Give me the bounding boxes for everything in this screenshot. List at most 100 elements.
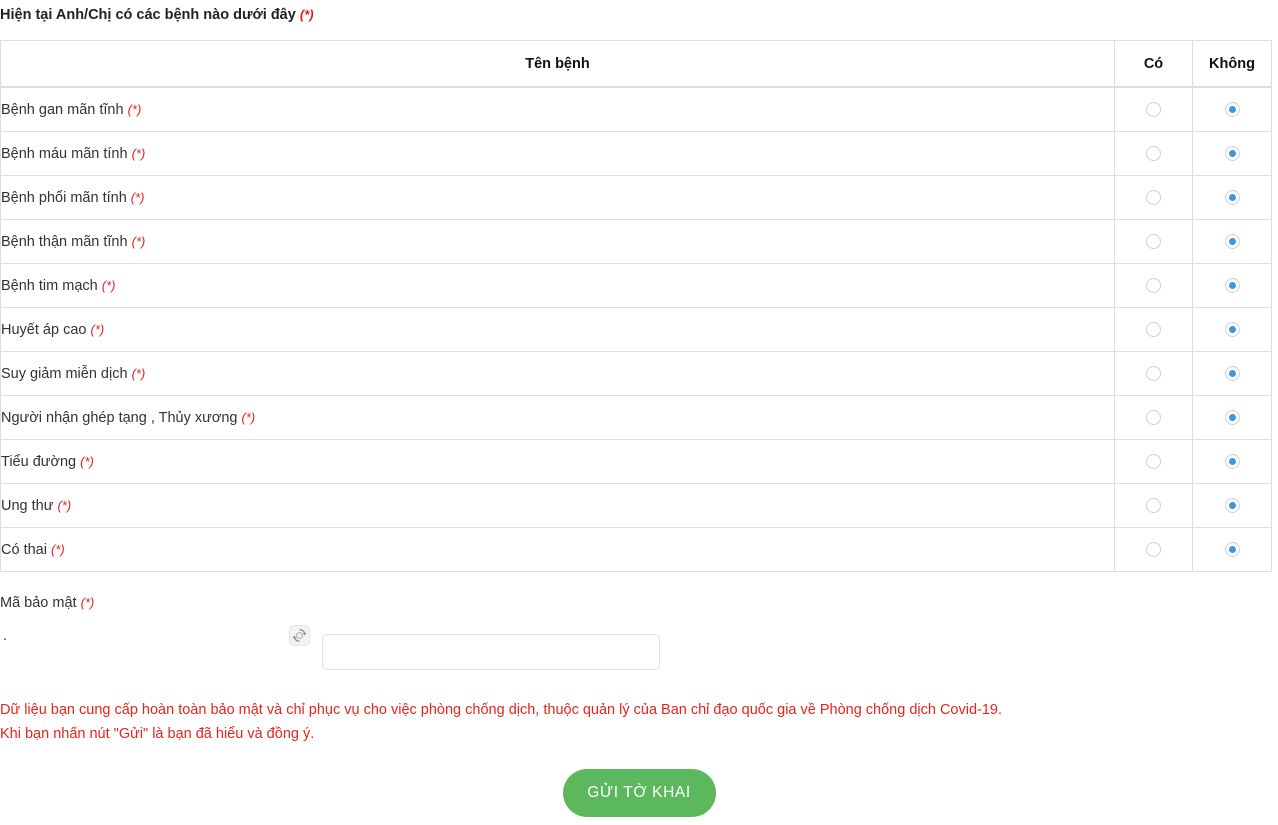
- submit-area: GỬI TỜ KHAI: [0, 769, 1278, 817]
- radio-no[interactable]: [1224, 365, 1240, 381]
- table-row: Ung thư (*): [0, 483, 1272, 528]
- radio-yes-cell[interactable]: [1114, 395, 1193, 440]
- page-title: Hiện tại Anh/Chị có các bệnh nào dưới đâ…: [0, 5, 314, 25]
- disease-name-cell: Bệnh máu mãn tính (*): [0, 131, 1115, 176]
- disease-name-label: Tiểu đường: [1, 453, 77, 470]
- radio-no[interactable]: [1224, 321, 1240, 337]
- radio-no[interactable]: [1224, 189, 1240, 205]
- table-body: Bệnh gan mãn tĩnh (*) Bệnh máu mãn tính (…: [0, 86, 1272, 572]
- radio-yes[interactable]: [1146, 233, 1161, 249]
- disease-name-label: Bệnh tim mạch: [1, 277, 98, 294]
- table-row: Bệnh phổi mãn tính (*): [0, 175, 1272, 220]
- privacy-notice: Dữ liệu bạn cung cấp hoàn toàn bảo mật v…: [0, 698, 1278, 746]
- radio-no-cell[interactable]: [1192, 351, 1272, 396]
- required-marker: (*): [57, 497, 72, 513]
- disease-name-cell: Huyết áp cao (*): [0, 307, 1115, 352]
- radio-yes[interactable]: [1146, 409, 1161, 425]
- table-header-row: Tên bệnh Có Không: [0, 40, 1272, 88]
- radio-yes-cell[interactable]: [1114, 439, 1193, 484]
- disease-name-label: Có thai: [1, 541, 47, 558]
- required-marker: (*): [50, 541, 65, 557]
- captcha-label: Mã bảo mật (*): [0, 595, 94, 611]
- radio-yes-cell[interactable]: [1114, 175, 1193, 220]
- radio-no[interactable]: [1224, 541, 1240, 557]
- radio-no[interactable]: [1224, 497, 1240, 513]
- table-row: Người nhận ghép tạng , Thủy xương (*): [0, 395, 1272, 440]
- disease-name-label: Bệnh phổi mãn tính: [1, 189, 127, 206]
- radio-no-cell[interactable]: [1192, 395, 1272, 440]
- required-marker: (*): [80, 453, 94, 469]
- radio-no-cell[interactable]: [1192, 175, 1272, 220]
- required-marker: (*): [131, 233, 146, 249]
- radio-no-cell[interactable]: [1192, 527, 1272, 572]
- disease-name-cell: Người nhận ghép tạng , Thủy xương (*): [0, 395, 1115, 440]
- disease-name-cell: Bệnh gan mãn tĩnh (*): [0, 86, 1115, 132]
- required-marker: (*): [241, 409, 256, 425]
- radio-no-cell[interactable]: [1192, 307, 1272, 352]
- required-marker: (*): [131, 145, 146, 161]
- captcha-input[interactable]: [322, 634, 660, 670]
- table-row: Bệnh tim mạch (*): [0, 263, 1272, 308]
- radio-yes-cell[interactable]: [1114, 131, 1193, 176]
- radio-yes[interactable]: [1146, 321, 1161, 337]
- disease-name-cell: Bệnh thận mãn tĩnh (*): [0, 219, 1115, 264]
- radio-no[interactable]: [1224, 145, 1240, 161]
- required-marker: (*): [299, 7, 314, 22]
- column-header-name: Tên bệnh: [0, 40, 1115, 88]
- column-header-yes: Có: [1114, 40, 1193, 88]
- radio-yes-cell[interactable]: [1114, 263, 1193, 308]
- submit-declaration-button[interactable]: GỬI TỜ KHAI: [562, 769, 716, 817]
- disease-name-label: Ung thư: [1, 497, 54, 514]
- radio-no[interactable]: [1224, 233, 1240, 249]
- radio-no[interactable]: [1224, 409, 1240, 425]
- captcha-image: .: [3, 628, 8, 644]
- disease-name-cell: Bệnh phổi mãn tính (*): [0, 175, 1115, 220]
- radio-yes-cell[interactable]: [1114, 307, 1193, 352]
- radio-yes-cell[interactable]: [1114, 86, 1193, 132]
- radio-yes-cell[interactable]: [1114, 483, 1193, 528]
- required-marker: (*): [131, 365, 146, 381]
- disease-name-label: Bệnh thận mãn tĩnh: [1, 233, 128, 250]
- privacy-notice-line-2: Khi bạn nhấn nút "Gửi" là bạn đã hiểu và…: [0, 726, 315, 742]
- radio-yes[interactable]: [1146, 541, 1161, 557]
- radio-yes-cell[interactable]: [1114, 351, 1193, 396]
- required-marker: (*): [80, 595, 95, 610]
- radio-yes[interactable]: [1146, 189, 1161, 205]
- disease-name-label: Người nhận ghép tạng , Thủy xương: [1, 409, 238, 426]
- refresh-icon[interactable]: [289, 625, 310, 646]
- radio-yes[interactable]: [1146, 497, 1161, 513]
- disease-name-cell: Suy giảm miễn dịch (*): [0, 351, 1115, 396]
- radio-yes[interactable]: [1146, 365, 1161, 381]
- radio-yes-cell[interactable]: [1114, 219, 1193, 264]
- disease-name-label: Bệnh gan mãn tĩnh: [1, 101, 124, 118]
- table-row: Có thai (*): [0, 527, 1272, 572]
- radio-yes[interactable]: [1146, 453, 1161, 469]
- radio-yes[interactable]: [1146, 101, 1161, 117]
- table-row: Bệnh thận mãn tĩnh (*): [0, 219, 1272, 264]
- radio-no-cell[interactable]: [1192, 131, 1272, 176]
- radio-no[interactable]: [1224, 101, 1240, 117]
- radio-no[interactable]: [1224, 453, 1240, 469]
- radio-yes-cell[interactable]: [1114, 527, 1193, 572]
- disease-name-label: Suy giảm miễn dịch: [1, 365, 128, 382]
- required-marker: (*): [90, 321, 105, 337]
- disease-name-cell: Ung thư (*): [0, 483, 1115, 528]
- radio-no-cell[interactable]: [1192, 219, 1272, 264]
- captcha-label-text: Mã bảo mật: [0, 595, 77, 611]
- disease-name-label: Bệnh máu mãn tính: [1, 145, 128, 162]
- question-heading-text: Hiện tại Anh/Chị có các bệnh nào dưới đâ…: [0, 7, 296, 23]
- required-marker: (*): [101, 277, 116, 293]
- table-row: Tiểu đường (*): [0, 439, 1272, 484]
- disease-name-cell: Tiểu đường (*): [0, 439, 1115, 484]
- radio-no-cell[interactable]: [1192, 86, 1272, 132]
- privacy-notice-line-1: Dữ liệu bạn cung cấp hoàn toàn bảo mật v…: [0, 702, 1003, 718]
- radio-no[interactable]: [1224, 277, 1240, 293]
- radio-no-cell[interactable]: [1192, 439, 1272, 484]
- radio-no-cell[interactable]: [1192, 263, 1272, 308]
- column-header-no: Không: [1192, 40, 1272, 88]
- disease-name-cell: Có thai (*): [0, 527, 1115, 572]
- radio-yes[interactable]: [1146, 277, 1161, 293]
- table-row: Bệnh gan mãn tĩnh (*): [0, 86, 1272, 132]
- radio-yes[interactable]: [1146, 145, 1161, 161]
- radio-no-cell[interactable]: [1192, 483, 1272, 528]
